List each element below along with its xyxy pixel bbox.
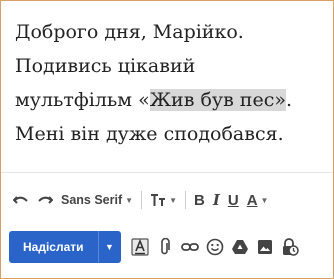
drive-icon: [231, 240, 248, 254]
redo-icon: [38, 196, 53, 204]
send-button-group: Надіслати ▼: [9, 231, 121, 263]
attach-file-button[interactable]: [154, 234, 176, 260]
compose-actions: Надіслати ▼: [9, 229, 333, 265]
compose-window: Доброго дня, Марійко. Подивись цікавий м…: [0, 0, 334, 279]
attach-icon: [160, 238, 170, 255]
send-button[interactable]: Надіслати: [9, 231, 98, 263]
message-body[interactable]: Доброго дня, Марійко. Подивись цікавий м…: [15, 15, 333, 151]
underline-button[interactable]: U: [224, 187, 243, 213]
text-color-button[interactable]: A ▼: [243, 187, 273, 213]
formatting-options-button[interactable]: [129, 234, 151, 260]
chevron-down-icon: ▼: [105, 242, 114, 252]
toolbar-separator: [184, 191, 186, 209]
message-line: Подивись цікавий: [15, 55, 196, 77]
insert-link-button[interactable]: [179, 234, 201, 260]
insert-photo-button[interactable]: [254, 234, 276, 260]
message-text: .: [285, 89, 293, 111]
emoji-icon: [206, 238, 223, 256]
text-color-label: A: [246, 191, 258, 209]
undo-icon: [13, 196, 28, 204]
toolbar-separator: [141, 191, 143, 209]
photo-icon: [257, 240, 272, 254]
link-icon: [180, 243, 199, 251]
message-line: мультфільм «Жив був пес».: [15, 83, 333, 117]
formatting-icon: [130, 238, 149, 256]
message-line: Доброго дня, Марійко.: [15, 21, 244, 43]
message-line: Мені він дуже сподобався.: [15, 123, 284, 145]
redo-button[interactable]: [33, 187, 57, 213]
chevron-down-icon: ▼: [125, 195, 134, 205]
message-text: мультфільм «: [15, 89, 150, 111]
send-options-button[interactable]: ▼: [99, 231, 121, 263]
font-family-select[interactable]: Sans Serif ▼: [57, 187, 137, 213]
toolbar-divider: [1, 172, 333, 173]
insert-emoji-button[interactable]: [204, 234, 226, 260]
selected-text[interactable]: Жив був пес»: [149, 89, 286, 111]
formatting-toolbar: Sans Serif ▼ ▼ B I U A ▼: [9, 185, 333, 215]
italic-button[interactable]: I: [209, 187, 224, 213]
confidential-mode-button[interactable]: [279, 234, 301, 260]
bold-button[interactable]: B: [190, 187, 209, 213]
lock-clock-icon: [282, 238, 299, 256]
text-size-icon: [151, 194, 166, 206]
insert-drive-button[interactable]: [229, 234, 251, 260]
font-family-label: Sans Serif: [61, 193, 123, 207]
chevron-down-icon: ▼: [260, 195, 269, 205]
undo-button[interactable]: [9, 187, 33, 213]
text-size-button[interactable]: ▼: [146, 187, 181, 213]
chevron-down-icon: ▼: [169, 195, 177, 205]
